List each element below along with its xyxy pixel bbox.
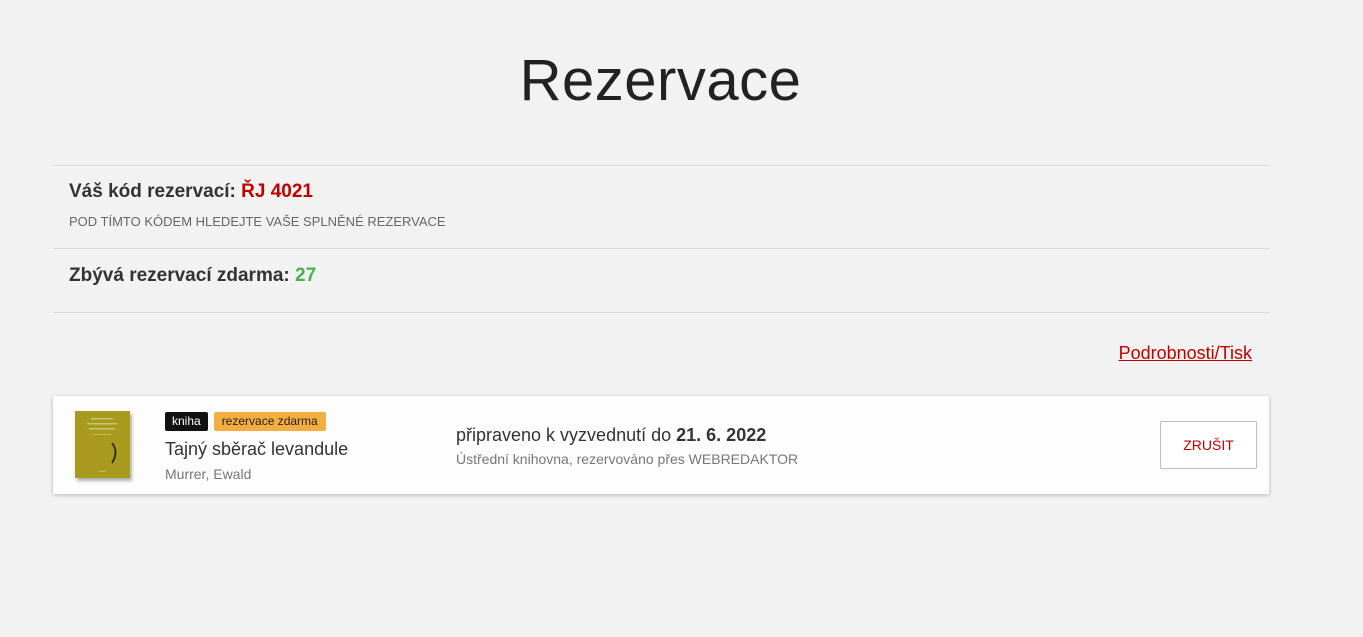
- reservation-location: Ústřední knihovna, rezervováno přes WEBR…: [456, 451, 799, 467]
- free-reservations-label: Zbývá rezervací zdarma:: [69, 265, 290, 286]
- reservation-code-section: Váš kód rezervací: ŘJ 4021 POD TÍMTO KÓD…: [53, 165, 1269, 249]
- book-cover-image: [75, 411, 130, 478]
- reservation-code-value: ŘJ 4021: [241, 181, 313, 202]
- page-title: Rezervace: [519, 48, 802, 113]
- details-print-link[interactable]: Podrobnosti/Tisk: [1119, 343, 1252, 364]
- free-reservations-line: Zbývá rezervací zdarma: 27: [69, 265, 316, 287]
- reservation-code-line: Váš kód rezervací: ŘJ 4021: [69, 181, 313, 203]
- cancel-reservation-button[interactable]: ZRUŠIT: [1160, 421, 1257, 469]
- reservation-code-label: Váš kód rezervací:: [69, 181, 236, 202]
- free-reservations-count: 27: [295, 265, 317, 286]
- tag-material-type: kniha: [165, 412, 208, 431]
- free-reservations-section: Zbývá rezervací zdarma: 27: [53, 248, 1269, 313]
- reservation-tags: kniha rezervace zdarma: [165, 412, 326, 431]
- book-title: Tajný sběrač levandule: [165, 439, 349, 459]
- tag-free-reservation: rezervace zdarma: [213, 412, 326, 431]
- book-author: Murrer, Ewald: [165, 466, 252, 482]
- book-cover-art: [75, 411, 130, 478]
- reservation-card: kniha rezervace zdarma Tajný sběrač leva…: [53, 396, 1269, 494]
- reservation-pickup-date: 21. 6. 2022: [676, 425, 767, 445]
- reservation-status-text: připraveno k vyzvednutí do: [456, 425, 672, 445]
- reservation-code-note: POD TÍMTO KÓDEM HLEDEJTE VAŠE SPLNĚNÉ RE…: [69, 214, 446, 229]
- reservation-status: připraveno k vyzvednutí do 21. 6. 2022: [456, 425, 766, 446]
